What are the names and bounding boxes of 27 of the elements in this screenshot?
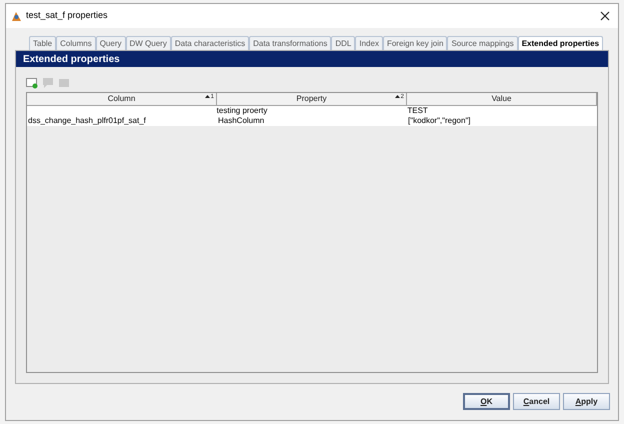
tab[interactable]: Table	[29, 36, 56, 50]
dialog-button[interactable]: OK	[463, 393, 510, 410]
tab[interactable]: Index	[355, 36, 383, 50]
sort-ascending-icon	[394, 95, 400, 98]
panel-header: Extended properties	[16, 51, 608, 67]
tab[interactable]: DDL	[331, 36, 356, 50]
table-cell-text: testing proerty	[216, 106, 268, 116]
table-cell-text: ["kodkor","regon"]	[407, 116, 472, 126]
close-icon[interactable]	[600, 11, 610, 21]
dialog-button[interactable]: Apply	[563, 393, 610, 410]
table-cell-text: dss_change_hash_plfr01pf_sat_f	[27, 116, 147, 126]
dialog-button[interactable]: Cancel	[513, 393, 560, 410]
add-row-icon[interactable]	[26, 77, 38, 89]
window-title: test_sat_f properties	[26, 9, 108, 22]
tab[interactable]: Data transformations	[249, 36, 332, 50]
sort-ascending-icon	[204, 95, 210, 98]
table-cell-text: TEST	[406, 106, 429, 116]
tab[interactable]: DW Query	[126, 36, 171, 50]
tab[interactable]: Source mappings	[447, 36, 518, 50]
tab[interactable]: Data characteristics	[170, 36, 250, 50]
tab[interactable]: Extended properties	[518, 36, 604, 50]
table-cell-text: HashColumn	[217, 116, 266, 126]
tab[interactable]: Foreign key join	[382, 36, 448, 50]
app-icon	[11, 10, 22, 22]
tab[interactable]: Columns	[56, 36, 96, 50]
tab[interactable]: Query	[96, 36, 126, 50]
column-header[interactable]: Value	[407, 93, 597, 106]
